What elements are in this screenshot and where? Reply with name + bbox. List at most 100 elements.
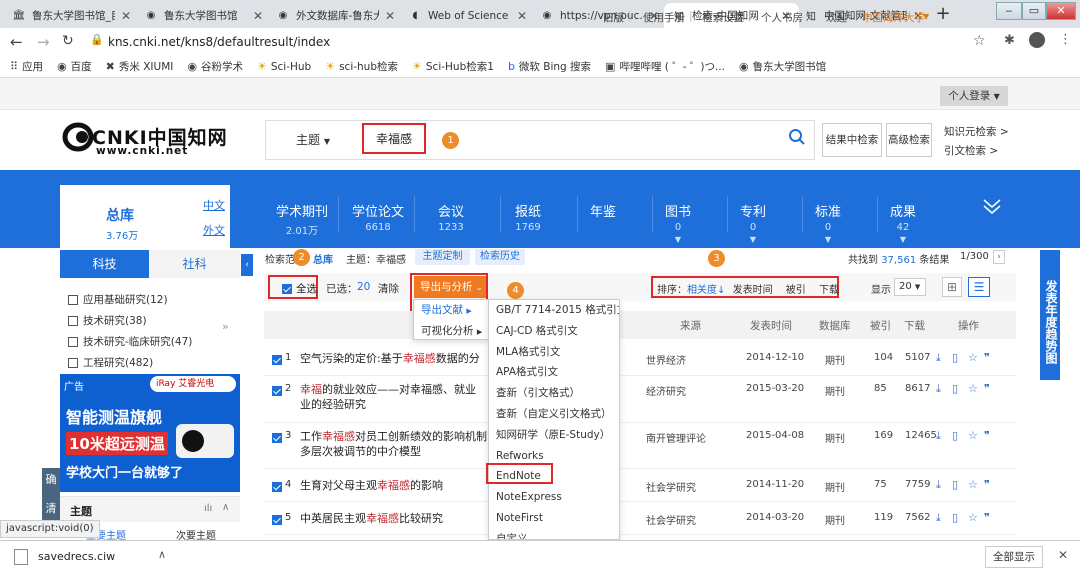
format-item[interactable]: 自定义 [489, 529, 619, 539]
browser-tab[interactable]: ◉ 鲁东大学图书馆 ✕ [136, 3, 271, 28]
row-checkbox[interactable] [272, 480, 282, 493]
download-icon[interactable]: ⤓ [936, 382, 941, 396]
forward-arrow-icon[interactable]: → [37, 33, 50, 51]
show-all-downloads-button[interactable]: 全部显示 [985, 546, 1043, 568]
nav-item[interactable]: 报纸 1769 [515, 201, 541, 233]
new-tab-button[interactable]: + [932, 4, 954, 26]
topic-section-header[interactable]: 主题 ılı ∧ [60, 496, 240, 522]
manual-link[interactable]: 使用手册 [643, 10, 685, 25]
nav-total-library[interactable]: 总库 3.76万 中文 外文 [60, 185, 230, 249]
nav-item[interactable]: 专利 0 ▼ [740, 201, 766, 244]
browser-tab[interactable]: 🏛 鲁东大学图书馆_目 ✕ [4, 3, 139, 28]
favorite-icon[interactable]: ☆ [968, 351, 978, 364]
quote-icon[interactable]: ❞ [984, 382, 990, 395]
minimize-button[interactable]: ‒ [996, 2, 1022, 20]
filter-checkbox[interactable] [68, 358, 78, 368]
checkbox[interactable] [272, 482, 282, 492]
chinese-link[interactable]: 中文 [203, 197, 225, 213]
knowledge-search-link[interactable]: 知识元检索 > [944, 124, 1009, 139]
browser-tab[interactable]: ◖ Web of Science [v ✕ [400, 3, 535, 28]
bookmark-item[interactable]: ☀ sci-hub检索 [325, 59, 398, 74]
result-title[interactable]: 中英居民主观幸福感比较研究 [300, 511, 488, 526]
select-all-label[interactable]: 全选 [296, 281, 317, 296]
quote-icon[interactable]: ❞ [984, 351, 990, 364]
browser-menu-icon[interactable]: ⋮ [1059, 32, 1072, 47]
sort-date[interactable]: 发表时间 [733, 285, 773, 296]
sort-downloads[interactable]: 下载 [819, 285, 839, 296]
download-icon[interactable]: ⤓ [936, 478, 941, 492]
col-downloads[interactable]: 下载 [904, 318, 925, 333]
favorite-icon[interactable]: ☆ [968, 511, 978, 524]
nav-item[interactable]: 图书 0 ▼ [665, 201, 691, 244]
topic-custom-button[interactable]: 主题定制 [415, 249, 470, 265]
search-icon[interactable] [788, 128, 806, 150]
close-tab-icon[interactable]: ✕ [121, 9, 131, 23]
expand-chevron-icon[interactable] [982, 198, 1002, 219]
cell-source[interactable]: 社会学研究 [646, 512, 696, 527]
profile-avatar[interactable] [1029, 32, 1045, 48]
bookmark-item[interactable]: ◉ 鲁东大学图书馆 [739, 59, 826, 74]
back-arrow-icon[interactable]: ← [10, 33, 23, 51]
search-settings-link[interactable]: 检索设置 [702, 10, 744, 25]
cell-source[interactable]: 经济研究 [646, 383, 686, 398]
scope-value[interactable]: 总库 [313, 251, 333, 266]
filter-checkbox[interactable] [68, 337, 78, 347]
citation-search-link[interactable]: 引文检索 > [944, 143, 998, 158]
sort-relevance[interactable]: 相关度 [687, 285, 717, 296]
format-item[interactable]: CAJ-CD 格式引文 [489, 321, 619, 342]
format-item[interactable]: 查新（引文格式） [489, 383, 619, 404]
annual-trend-tab[interactable]: 发表年度趋势图 [1040, 250, 1060, 380]
filter-checkbox[interactable] [68, 316, 78, 326]
format-item[interactable]: GB/T 7714-2015 格式引文 [489, 300, 619, 321]
next-page-button[interactable]: › [993, 250, 1005, 264]
bookmark-item[interactable]: ☀ Sci-Hub检索1 [412, 59, 494, 74]
result-title[interactable]: 空气污染的定价:基于幸福感数据的分 [300, 351, 488, 366]
row-checkbox[interactable] [272, 353, 282, 366]
read-icon[interactable]: ▯ [952, 511, 958, 524]
quote-icon[interactable]: ❞ [984, 478, 990, 491]
collapse-sidebar-icon[interactable]: ‹ [241, 254, 253, 276]
page-size-select[interactable]: 20 ▼ [894, 278, 926, 296]
nav-item[interactable]: 年鉴 [590, 201, 616, 222]
format-item[interactable]: NoteFirst [489, 508, 619, 529]
download-icon[interactable]: ⤓ [936, 429, 941, 443]
result-title[interactable]: 工作幸福感对员工创新绩效的影响机制 多层次被调节的中介模型 [300, 429, 488, 459]
institution-link[interactable]: 中国海洋大学 [862, 10, 925, 25]
favorite-icon[interactable]: ☆ [968, 429, 978, 442]
nav-item[interactable]: 学术期刊 2.01万 [276, 201, 328, 237]
more-chevron-icon[interactable]: » [222, 320, 229, 333]
close-window-button[interactable]: ✕ [1046, 2, 1076, 20]
personal-login-button[interactable]: 个人登录 ▼ [940, 86, 1008, 106]
export-analysis-button[interactable]: 导出与分析 ⌄ [414, 276, 486, 298]
nav-item[interactable]: 学位论文 6618 [352, 201, 404, 233]
filter-checkbox[interactable] [68, 295, 78, 305]
result-title[interactable]: 生育对父母主观幸福感的影响 [300, 478, 488, 493]
side-confirm-tab[interactable]: 确清 [42, 468, 60, 528]
bookmark-item[interactable]: ◉ 谷粉学术 [187, 59, 243, 74]
bookmark-item[interactable]: ⠿ 应用 [10, 59, 43, 74]
download-filename[interactable]: savedrecs.ciw [38, 550, 115, 563]
col-citations[interactable]: 被引 [870, 318, 891, 333]
browser-tab[interactable]: ◉ 外文数据库-鲁东大 ✕ [268, 3, 403, 28]
close-tab-icon[interactable]: ✕ [385, 9, 395, 23]
format-item[interactable]: 查新（自定义引文格式） [489, 404, 619, 425]
grid-view-icon[interactable]: ⊞ [942, 277, 962, 297]
favorite-icon[interactable]: ☆ [968, 382, 978, 395]
cell-source[interactable]: 社会学研究 [646, 479, 696, 494]
chevron-up-icon[interactable]: ∧ [158, 548, 166, 561]
bookmark-item[interactable]: ✖ 秀米 XIUMI [106, 59, 174, 74]
old-version-link[interactable]: 旧版 [603, 10, 624, 25]
close-icon[interactable]: ✕ [1058, 548, 1068, 562]
result-title[interactable]: 幸福的就业效应——对幸福感、就业 业的经验研究 [300, 382, 488, 412]
search-in-results-button[interactable]: 结果中检索 [822, 123, 882, 157]
cnki-logo[interactable]: CNKI中国知网 www.cnki.net [60, 121, 227, 161]
read-icon[interactable]: ▯ [952, 382, 958, 395]
read-icon[interactable]: ▯ [952, 478, 958, 491]
nav-item[interactable]: 会议 1233 [438, 201, 464, 233]
row-checkbox[interactable] [272, 384, 282, 397]
chevron-up-icon[interactable]: ∧ [222, 502, 229, 513]
foreign-link[interactable]: 外文 [203, 222, 225, 238]
bar-chart-icon[interactable]: ılı [204, 503, 212, 514]
bookmark-star-icon[interactable]: ☆ [973, 33, 986, 49]
read-icon[interactable]: ▯ [952, 351, 958, 364]
